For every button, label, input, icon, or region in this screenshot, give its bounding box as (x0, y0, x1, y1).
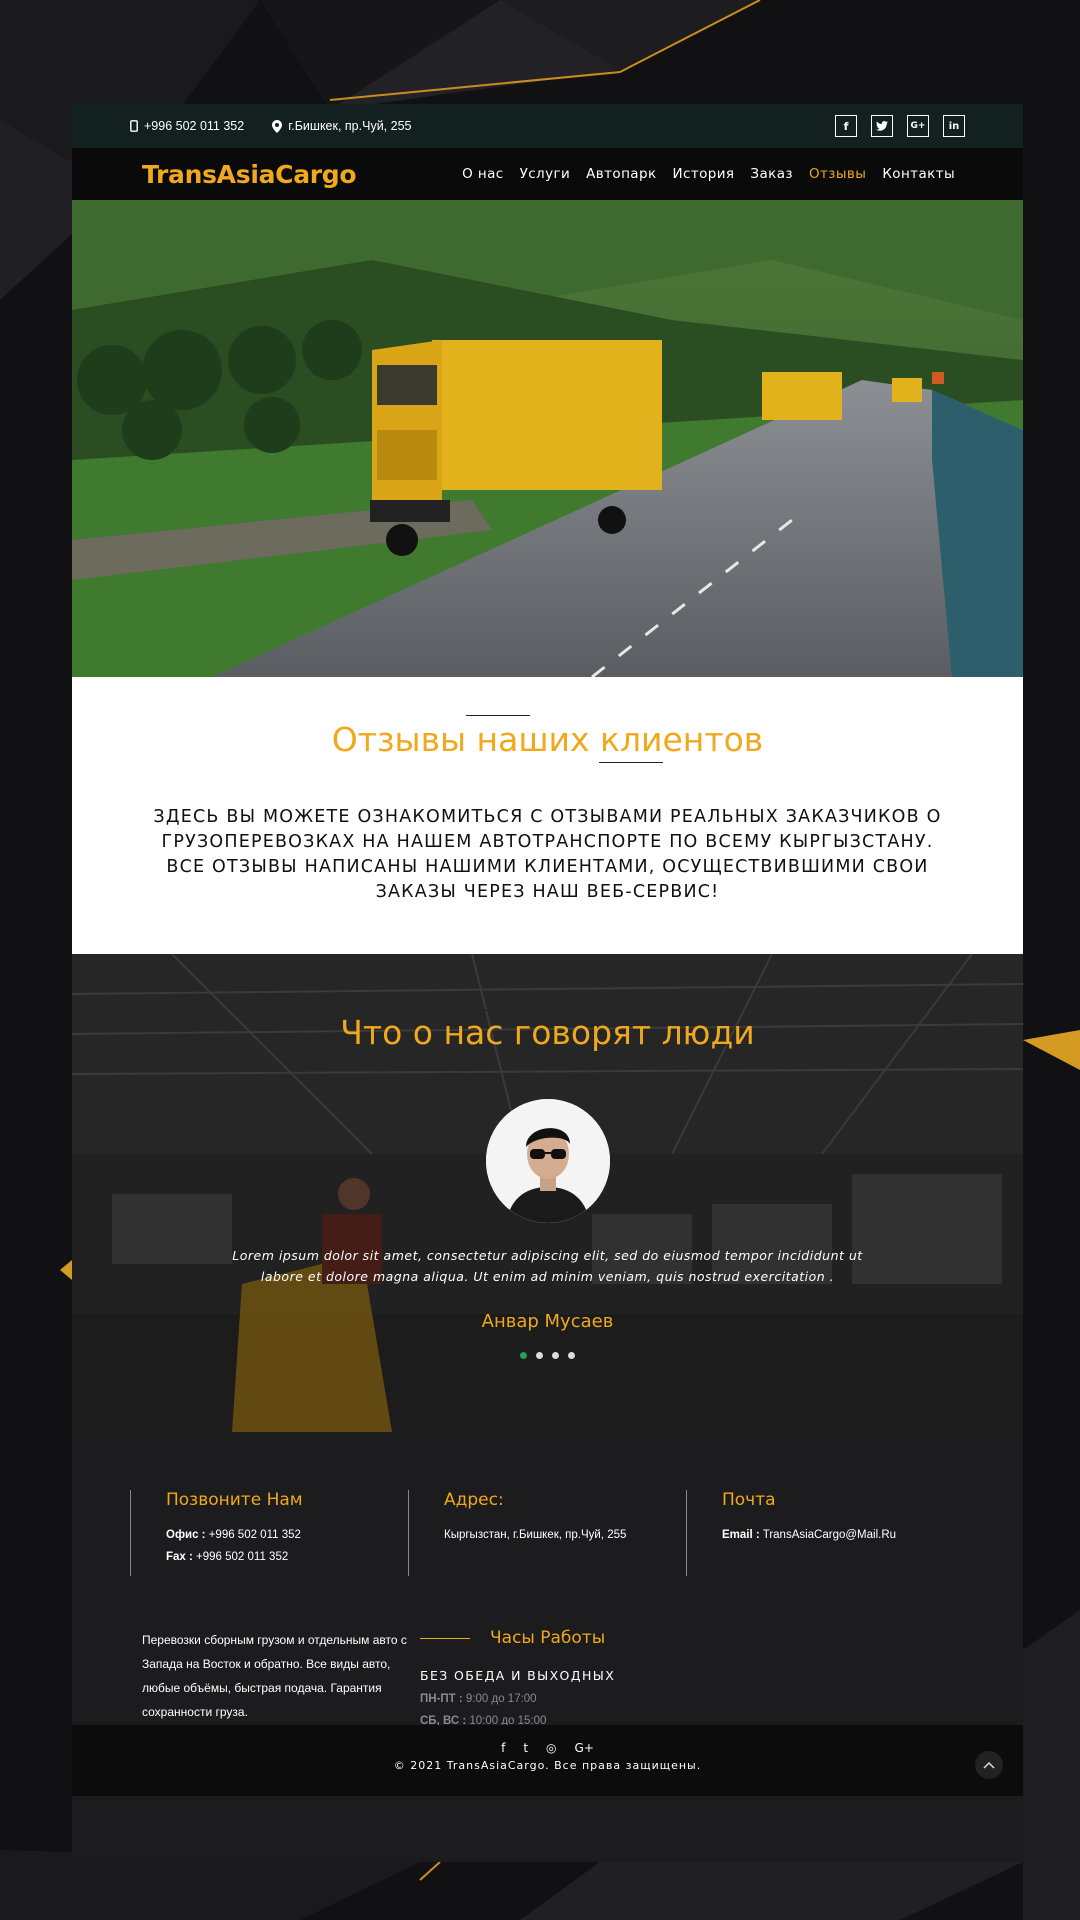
hours-time: 9:00 до 17:00 (465, 1693, 537, 1705)
slider-dot[interactable] (568, 1352, 575, 1359)
nav-item-order[interactable]: Заказ (750, 166, 793, 182)
facebook-icon[interactable]: f (501, 1741, 505, 1755)
mail-title: Почта (722, 1490, 776, 1510)
address-text: г.Бишкек, пр.Чуй, 255 (288, 119, 412, 133)
hours-subtitle: БЕЗ ОБЕДА И ВЫХОДНЫХ (420, 1668, 616, 1683)
title-decor-line (465, 715, 530, 716)
phone-info[interactable]: +996 502 011 352 (130, 119, 244, 133)
hours-days: ПН-ПТ : (420, 1693, 463, 1705)
slider-dot[interactable] (552, 1352, 559, 1359)
linkedin-icon[interactable]: in (943, 115, 965, 137)
address-value: Кыргызстан, г.Бишкек, пр.Чуй, 255 (444, 1529, 627, 1541)
phone-icon (130, 120, 138, 132)
address-column: Адрес: Кыргызстан, г.Бишкек, пр.Чуй, 255 (408, 1490, 686, 1576)
reviews-title: Отзывы наших клиентов (331, 720, 764, 759)
site-logo[interactable]: TransAsiaCargo (142, 160, 357, 189)
fax-number: +996 502 011 352 (196, 1551, 289, 1563)
title-decor-line (456, 1010, 519, 1011)
testimonial-quote: Lorem ipsum dolor sit amet, consectetur … (232, 1248, 863, 1284)
footer-lower: Перевозки сборным грузом и отдельным авт… (142, 1628, 680, 1727)
footer: Позвоните Нам Офис : +996 502 011 352 Fa… (72, 1432, 1023, 1796)
hero-image-trucks (72, 200, 1023, 677)
phone-text: +996 502 011 352 (144, 119, 245, 133)
call-us-title: Позвоните Нам (166, 1490, 303, 1510)
title-decor-line (606, 1056, 669, 1057)
reviews-description: ЗДЕСЬ ВЫ МОЖЕТЕ ОЗНАКОМИТЬСЯ С ОТЗЫВАМИ … (153, 807, 942, 902)
social-links: f G+ in (835, 115, 965, 137)
nav-item-history[interactable]: История (673, 166, 735, 182)
twitter-icon[interactable]: t (523, 1741, 528, 1755)
address-title: Адрес: (444, 1490, 504, 1510)
top-bar: +996 502 011 352 г.Бишкек, пр.Чуй, 255 f… (72, 104, 1023, 148)
footer-contacts: Позвоните Нам Офис : +996 502 011 352 Fa… (72, 1432, 1023, 1576)
dribbble-icon[interactable]: ◎ (546, 1741, 556, 1755)
fax-label: Fax : (166, 1551, 193, 1563)
hours-row: ПН-ПТ : 9:00 до 17:00 (420, 1693, 680, 1705)
google-plus-icon[interactable]: G+ (907, 115, 929, 137)
address-info: г.Бишкек, пр.Чуй, 255 (272, 119, 411, 133)
footer-social-icons: f t ◎ G+ (72, 1725, 1023, 1755)
hours-title: Часы Работы (490, 1628, 606, 1648)
nav-item-about[interactable]: О нас (462, 166, 503, 182)
nav-item-reviews[interactable]: Отзывы (809, 166, 866, 182)
working-hours: Часы Работы БЕЗ ОБЕДА И ВЫХОДНЫХ ПН-ПТ :… (420, 1628, 680, 1727)
company-about: Перевозки сборным грузом и отдельным авт… (142, 1633, 407, 1719)
call-us-column: Позвоните Нам Офис : +996 502 011 352 Fa… (130, 1490, 408, 1576)
slider-dots (72, 1352, 1023, 1359)
nav-item-services[interactable]: Услуги (520, 166, 571, 182)
slider-dot[interactable] (520, 1352, 527, 1359)
twitter-icon[interactable] (871, 115, 893, 137)
copyright-text: © 2021 TransAsiaCargo. Все права защищен… (393, 1759, 702, 1772)
nav-item-fleet[interactable]: Автопарк (586, 166, 656, 182)
nav-menu: О нас Услуги Автопарк История Заказ Отзы… (462, 166, 955, 182)
main-navigation: TransAsiaCargo О нас Услуги Автопарк Ист… (72, 148, 1023, 200)
scroll-to-top-button[interactable] (975, 1751, 1003, 1779)
facebook-icon[interactable]: f (835, 115, 857, 137)
testimonial-section: Что о нас говорят люди Lorem ipsum dolor… (72, 954, 1023, 1432)
slider-dot[interactable] (536, 1352, 543, 1359)
google-plus-icon[interactable]: G+ (575, 1741, 594, 1755)
title-decor-line (598, 762, 663, 763)
map-marker-icon (272, 119, 283, 133)
office-label: Офис : (166, 1529, 206, 1541)
avatar (485, 1099, 610, 1223)
nav-item-contacts[interactable]: Контакты (882, 166, 955, 182)
hours-decor-line (420, 1637, 470, 1639)
testimonial-author: Анвар Мусаев (481, 1311, 614, 1332)
testimonial-title: Что о нас говорят люди (340, 1013, 755, 1052)
page-container: +996 502 011 352 г.Бишкек, пр.Чуй, 255 f… (72, 104, 1023, 1862)
mail-column: Почта Email : TransAsiaCargo@Mail.Ru (686, 1490, 964, 1576)
reviews-intro: Отзывы наших клиентов ЗДЕСЬ ВЫ МОЖЕТЕ ОЗ… (72, 677, 1023, 954)
office-phone[interactable]: +996 502 011 352 (209, 1529, 301, 1541)
chevron-up-icon (983, 1761, 995, 1769)
copyright-bar: f t ◎ G+ © 2021 TransAsiaCargo. Все прав… (72, 1725, 1023, 1796)
email-label: Email : (722, 1529, 760, 1541)
email-link[interactable]: TransAsiaCargo@Mail.Ru (763, 1529, 896, 1541)
